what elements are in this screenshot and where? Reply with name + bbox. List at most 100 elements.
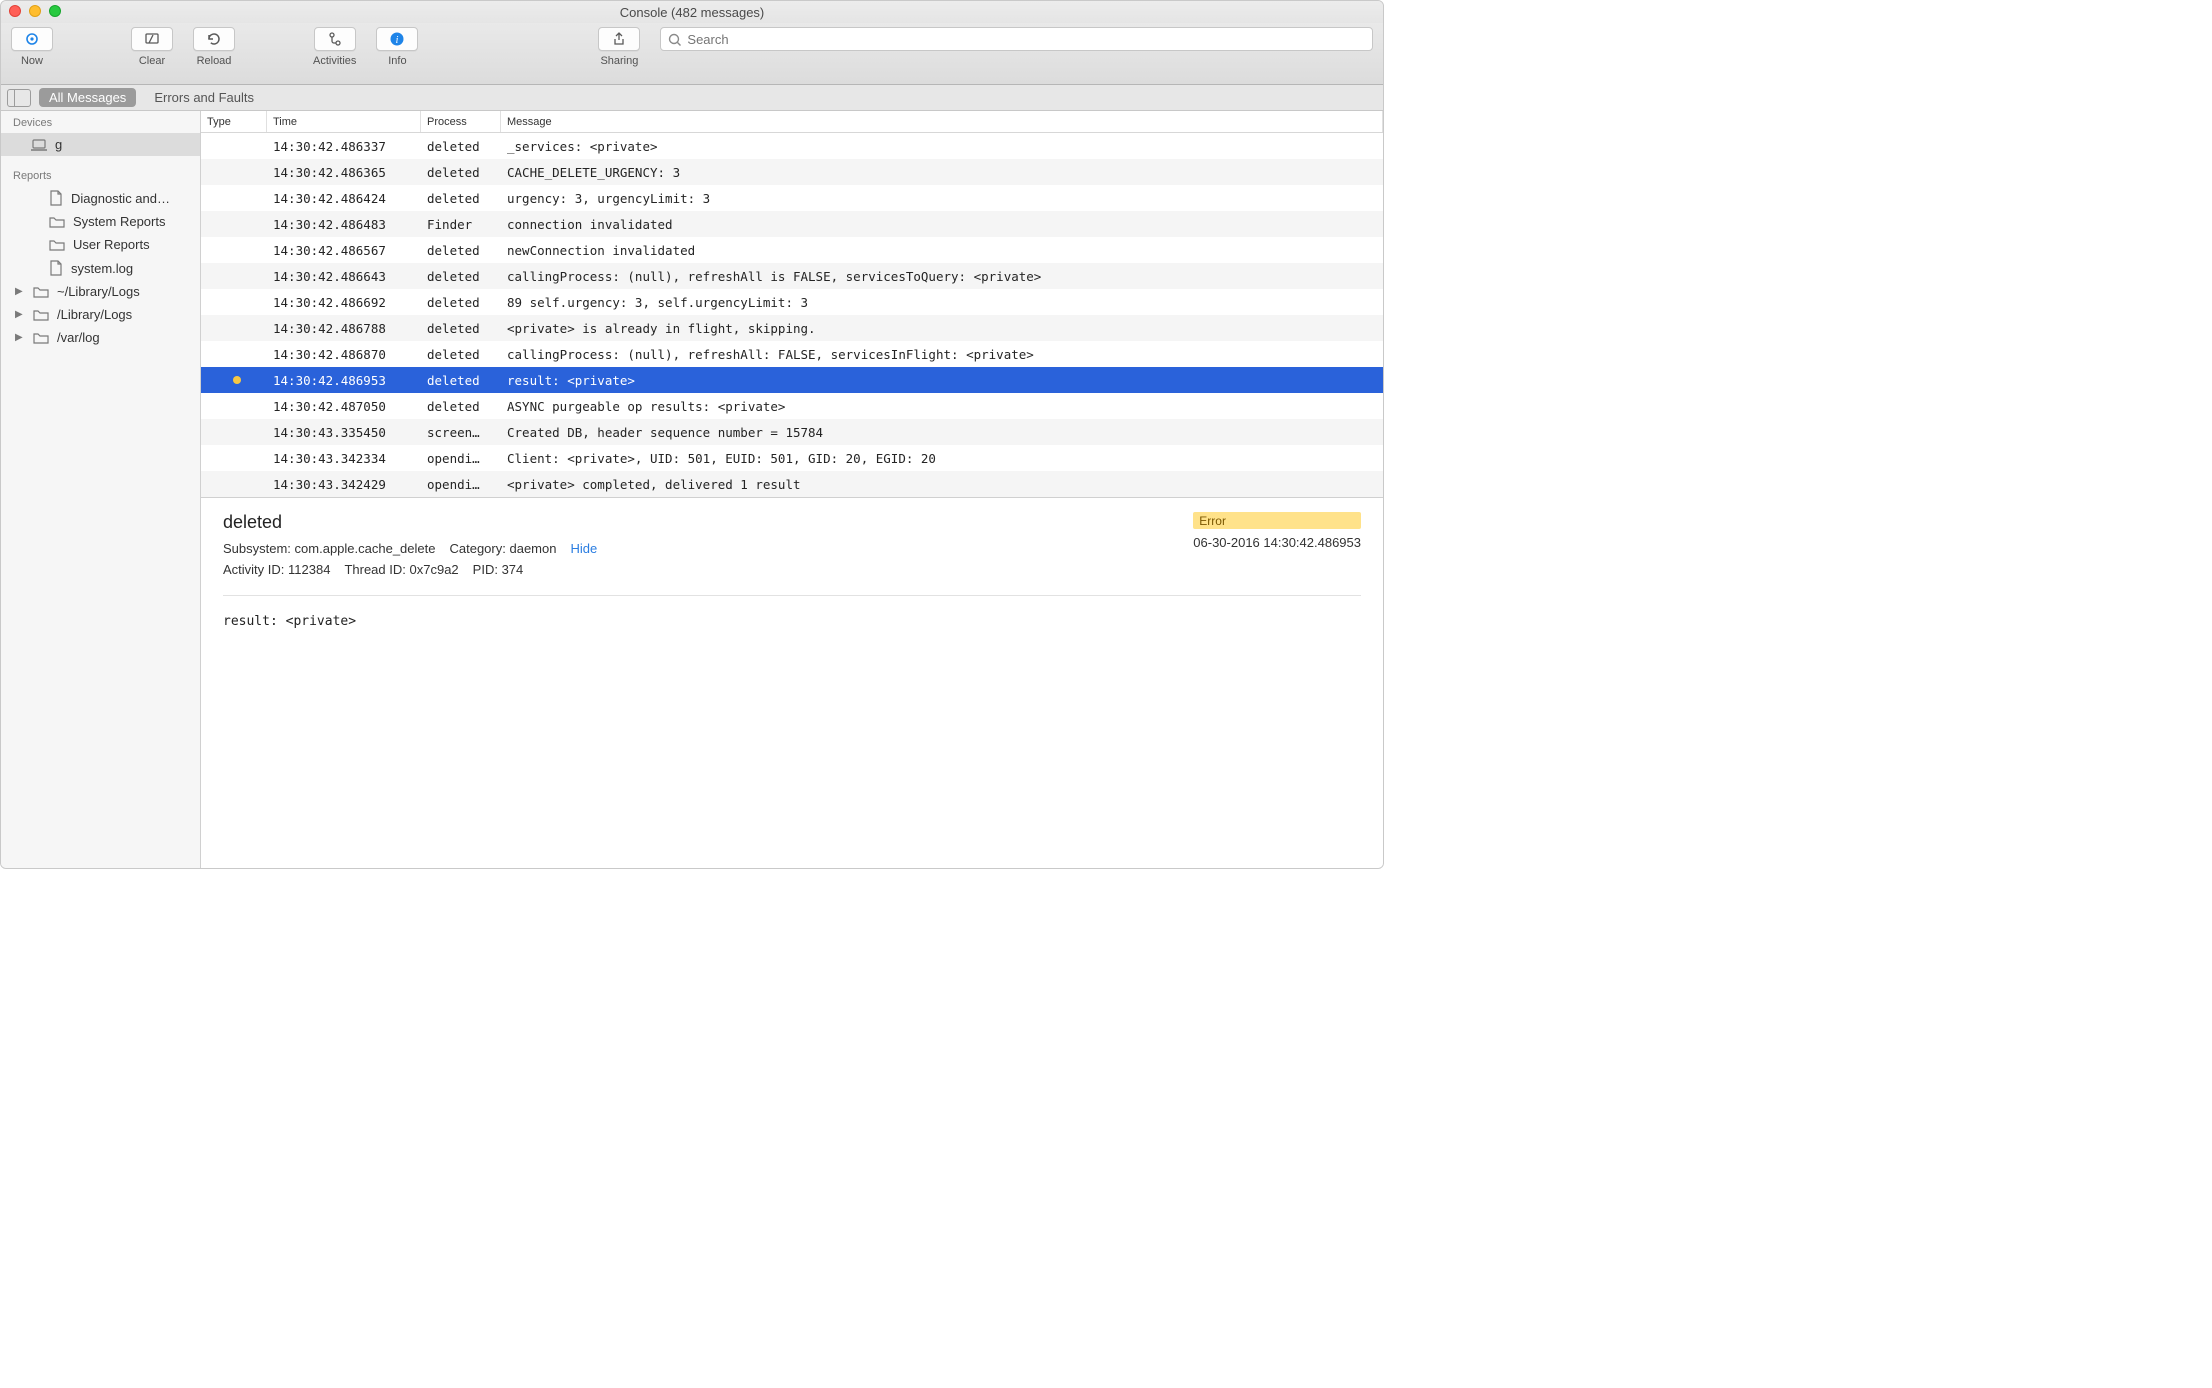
- minimize-button[interactable]: [29, 5, 41, 17]
- cell-message: Created DB, header sequence number = 157…: [501, 425, 1383, 440]
- window-title: Console (482 messages): [620, 5, 765, 20]
- cell-message: result: <private>: [501, 373, 1383, 388]
- activities-button[interactable]: [314, 27, 356, 51]
- cell-process: deleted: [421, 139, 501, 154]
- close-button[interactable]: [9, 5, 21, 17]
- log-row[interactable]: 14:30:42.486788deleted<private> is alrea…: [201, 315, 1383, 341]
- cell-message: <private> completed, delivered 1 result: [501, 477, 1383, 492]
- now-button[interactable]: [11, 27, 53, 51]
- tab-all-messages[interactable]: All Messages: [39, 88, 136, 107]
- document-icon: [49, 260, 63, 276]
- cell-process: deleted: [421, 399, 501, 414]
- column-header-process[interactable]: Process: [421, 111, 501, 132]
- cell-time: 14:30:43.342429: [267, 477, 421, 492]
- search-input[interactable]: [660, 27, 1373, 51]
- disclosure-arrow-icon: ▶: [15, 332, 25, 343]
- cell-time: 14:30:42.486643: [267, 269, 421, 284]
- column-header-type[interactable]: Type: [201, 111, 267, 132]
- maximize-button[interactable]: [49, 5, 61, 17]
- sharing-button[interactable]: [598, 27, 640, 51]
- category-label: Category:: [449, 541, 505, 556]
- hide-link[interactable]: Hide: [570, 541, 597, 556]
- sidebar-toggle-button[interactable]: [7, 89, 31, 107]
- filter-bar: All Messages Errors and Faults: [1, 85, 1383, 111]
- now-label: Now: [21, 55, 43, 67]
- detail-separator: [223, 595, 1361, 596]
- cell-process: deleted: [421, 295, 501, 310]
- cell-message: 89 self.urgency: 3, self.urgencyLimit: 3: [501, 295, 1383, 310]
- folder-icon: [33, 331, 49, 344]
- sidebar-item[interactable]: ▶Diagnostic and…: [1, 186, 200, 210]
- reload-icon: [206, 31, 222, 47]
- reload-label: Reload: [197, 55, 232, 67]
- titlebar: Console (482 messages): [1, 1, 1383, 23]
- sidebar-item[interactable]: ▶User Reports: [1, 233, 200, 256]
- cell-time: 14:30:42.486692: [267, 295, 421, 310]
- reload-button[interactable]: [193, 27, 235, 51]
- sidebar-item[interactable]: ▶~/Library/Logs: [1, 280, 200, 303]
- sidebar-item-label: User Reports: [73, 237, 150, 252]
- subsystem-value: com.apple.cache_delete: [295, 541, 436, 556]
- cell-message: callingProcess: (null), refreshAll: FALS…: [501, 347, 1383, 362]
- cell-message: ASYNC purgeable op results: <private>: [501, 399, 1383, 414]
- main-panel: Type Time Process Message 14:30:42.48633…: [201, 111, 1383, 868]
- sidebar-item-label: /Library/Logs: [57, 307, 132, 322]
- search-icon: [667, 32, 683, 48]
- info-icon: i: [389, 31, 405, 47]
- sidebar-item-device[interactable]: g: [1, 133, 200, 156]
- sidebar-item[interactable]: ▶System Reports: [1, 210, 200, 233]
- log-row[interactable]: 14:30:42.486870deletedcallingProcess: (n…: [201, 341, 1383, 367]
- cell-message: _services: <private>: [501, 139, 1383, 154]
- cell-process: deleted: [421, 373, 501, 388]
- log-row[interactable]: 14:30:42.487050deletedASYNC purgeable op…: [201, 393, 1383, 419]
- column-header-time[interactable]: Time: [267, 111, 421, 132]
- sidebar-item[interactable]: ▶system.log: [1, 256, 200, 280]
- sidebar-item-label: System Reports: [73, 214, 165, 229]
- column-header-message[interactable]: Message: [501, 111, 1383, 132]
- log-row[interactable]: 14:30:42.486337deleted_services: <privat…: [201, 133, 1383, 159]
- tab-errors-faults[interactable]: Errors and Faults: [144, 88, 264, 107]
- cell-process: deleted: [421, 243, 501, 258]
- cell-process: deleted: [421, 347, 501, 362]
- log-row[interactable]: 14:30:42.486692deleted89 self.urgency: 3…: [201, 289, 1383, 315]
- cell-time: 14:30:42.487050: [267, 399, 421, 414]
- detail-timestamp: 06-30-2016 14:30:42.486953: [1193, 535, 1361, 550]
- error-badge: Error: [1193, 512, 1361, 529]
- log-row[interactable]: 14:30:42.486567deletednewConnection inva…: [201, 237, 1383, 263]
- activities-icon: [327, 31, 343, 47]
- info-button[interactable]: i: [376, 27, 418, 51]
- info-label: Info: [388, 55, 406, 67]
- log-row[interactable]: 14:30:43.335450screen…Created DB, header…: [201, 419, 1383, 445]
- cell-time: 14:30:42.486365: [267, 165, 421, 180]
- log-rows[interactable]: 14:30:42.486337deleted_services: <privat…: [201, 133, 1383, 497]
- cell-process: opendi…: [421, 451, 501, 466]
- console-window: Console (482 messages) Now Clear Reload: [0, 0, 1384, 869]
- table-header: Type Time Process Message: [201, 111, 1383, 133]
- activity-id-value: 112384: [288, 562, 330, 577]
- sidebar-item[interactable]: ▶ /var/log: [1, 326, 200, 349]
- cell-time: 14:30:42.486788: [267, 321, 421, 336]
- thread-id-value: 0x7c9a2: [410, 562, 459, 577]
- folder-icon: [49, 238, 65, 251]
- log-row[interactable]: 14:30:42.486643deletedcallingProcess: (n…: [201, 263, 1383, 289]
- log-row[interactable]: 14:30:42.486483Finderconnection invalida…: [201, 211, 1383, 237]
- cell-time: 14:30:42.486870: [267, 347, 421, 362]
- cell-message: CACHE_DELETE_URGENCY: 3: [501, 165, 1383, 180]
- log-row[interactable]: 14:30:43.342429opendi…<private> complete…: [201, 471, 1383, 497]
- clear-label: Clear: [139, 55, 165, 67]
- sidebar-item[interactable]: ▶ /Library/Logs: [1, 303, 200, 326]
- cell-process: deleted: [421, 191, 501, 206]
- disclosure-arrow-icon: ▶: [15, 309, 25, 320]
- clear-button[interactable]: [131, 27, 173, 51]
- cell-process: opendi…: [421, 477, 501, 492]
- cell-time: 14:30:42.486567: [267, 243, 421, 258]
- log-row[interactable]: 14:30:42.486424deletedurgency: 3, urgenc…: [201, 185, 1383, 211]
- cell-message: Client: <private>, UID: 501, EUID: 501, …: [501, 451, 1383, 466]
- device-name: g: [55, 137, 62, 152]
- log-row[interactable]: 14:30:42.486365deletedCACHE_DELETE_URGEN…: [201, 159, 1383, 185]
- log-row[interactable]: 14:30:42.486953deletedresult: <private>: [201, 367, 1383, 393]
- sidebar-header-devices: Devices: [1, 111, 200, 133]
- sidebar: Devices g Reports ▶Diagnostic and…▶Syste…: [1, 111, 201, 868]
- sidebar-item-label: /var/log: [57, 330, 100, 345]
- log-row[interactable]: 14:30:43.342334opendi…Client: <private>,…: [201, 445, 1383, 471]
